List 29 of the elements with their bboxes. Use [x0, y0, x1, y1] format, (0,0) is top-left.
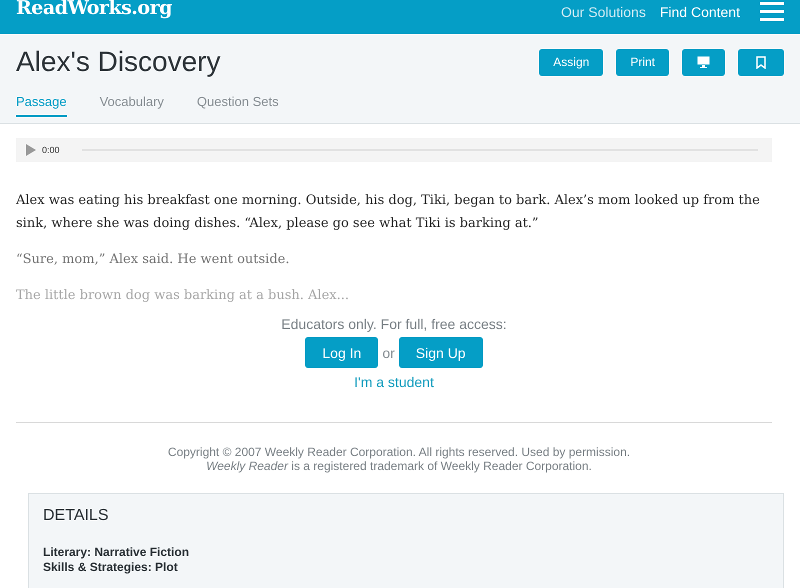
passage-paragraph: Alex was eating his breakfast one morning. Outside, his dog, Tiki, began to bark. Alex’s mom looked up from the sink, where she was doing dishes. “Alex, please go see what Tiki is barking at.” [16, 192, 761, 233]
or-label: or [382, 344, 395, 360]
tab[interactable]: Question Sets [196, 94, 279, 115]
student-link[interactable]: I'm a student [354, 374, 434, 390]
monitor-button[interactable] [682, 48, 725, 76]
passage-paragraph: “Sure, mom,” Alex said. He went outside. [16, 251, 290, 269]
audio-player[interactable]: 0:00 [16, 138, 772, 162]
monitor-icon [697, 56, 710, 68]
passage-title: Alex's Discovery [16, 46, 221, 78]
tab[interactable]: Vocabulary [100, 94, 164, 115]
nav-link[interactable]: Our Solutions [561, 4, 646, 20]
menu-icon[interactable] [760, 2, 784, 22]
tab[interactable]: Passage [16, 94, 67, 117]
bookmark-icon [756, 56, 766, 68]
action-button[interactable]: Assign [539, 48, 604, 76]
signup-button[interactable]: Sign Up [398, 337, 483, 368]
login-button[interactable]: Log In [305, 337, 378, 368]
details-item: Skills & Strategies: Plot [43, 560, 179, 575]
nav-link[interactable]: Find Content [660, 4, 740, 20]
passage-paragraph: The little brown dog was barking at a bush. Alex... [16, 287, 350, 305]
action-button[interactable]: Print [616, 48, 669, 76]
audio-time: 0:00 [42, 145, 60, 155]
bookmark-button[interactable] [738, 48, 784, 76]
copyright-text: Weekly Reader is a registered trademark of Weekly Reader Corporation. [205, 459, 593, 473]
play-icon[interactable] [26, 144, 36, 156]
details-heading: DETAILS [43, 507, 110, 525]
details-item: Literary: Narrative Fiction [43, 545, 190, 560]
copyright-text: Copyright © 2007 Weekly Reader Corporation. All rights reserved. Used by permission. [166, 445, 632, 459]
access-prompt: Educators only. For full, free access: [281, 316, 507, 332]
